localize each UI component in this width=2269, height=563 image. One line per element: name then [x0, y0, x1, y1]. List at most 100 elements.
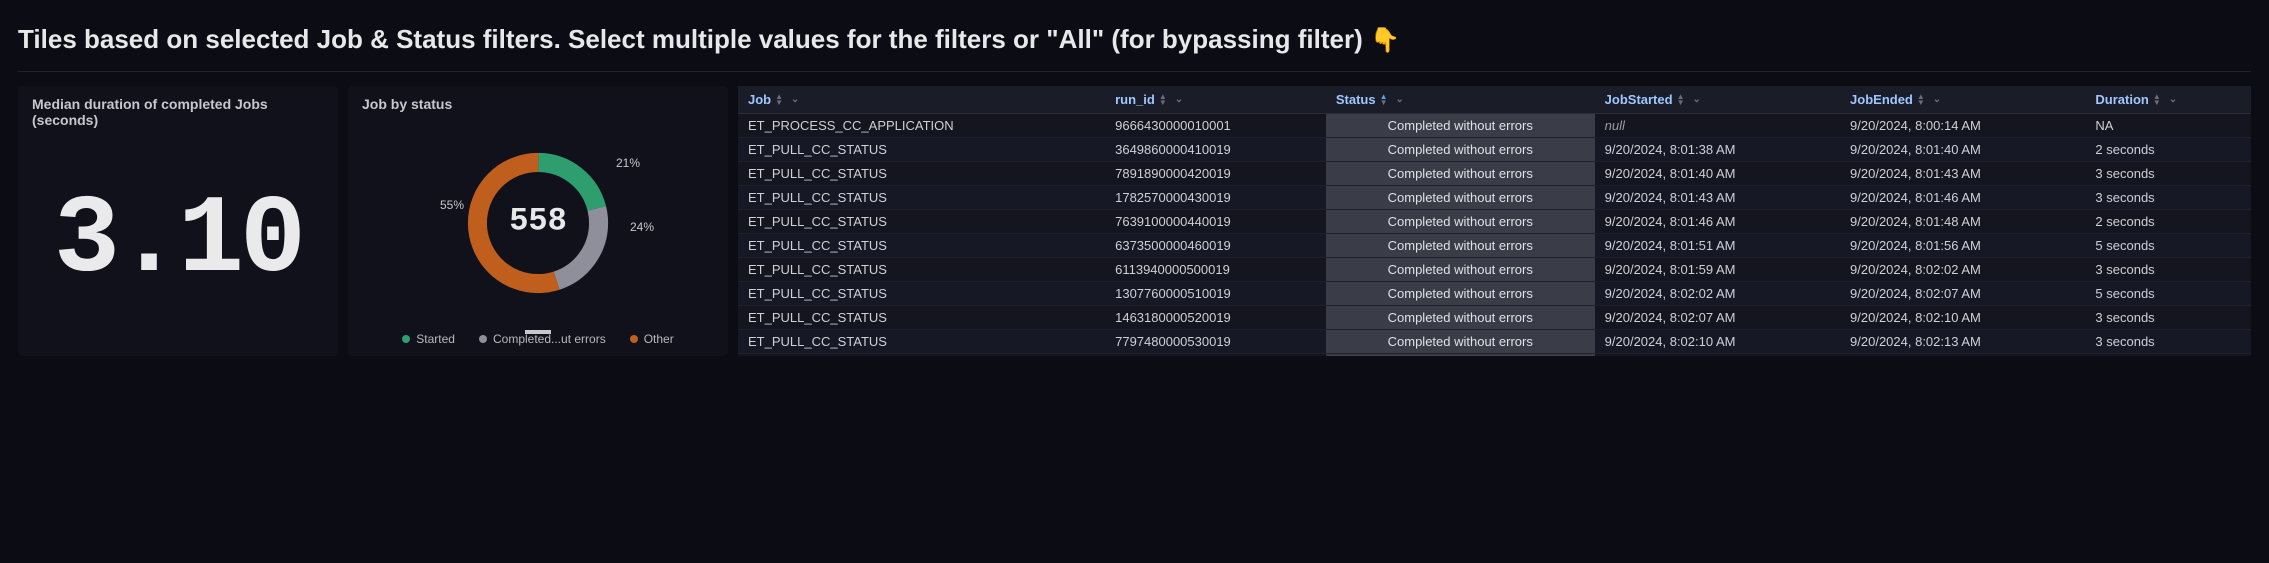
filter-icon[interactable]: ⌄ — [2169, 94, 2177, 105]
cell-run_id: 7639100000440019 — [1105, 210, 1326, 234]
cell-status: Completed without errors — [1326, 330, 1595, 354]
table-row[interactable]: ET_PULL_CC_STATUS1463180000520019Complet… — [738, 306, 2251, 330]
table-row[interactable]: ET_PULL_CC_STATUS7797480000530019Complet… — [738, 330, 2251, 354]
table-row[interactable]: ET_PULL_CC_STATUS3649860000410019Complet… — [738, 138, 2251, 162]
cell-started: 9/20/2024, 8:01:43 AM — [1595, 186, 1840, 210]
swatch-icon — [402, 335, 410, 343]
cell-status: Completed without errors — [1326, 186, 1595, 210]
cell-job: ET_PULL_CC_STATUS — [738, 186, 1105, 210]
filter-icon[interactable]: ⌄ — [1175, 94, 1183, 105]
filter-icon[interactable]: ⌄ — [791, 94, 799, 105]
cell-ended: 9/20/2024, 8:01:56 AM — [1840, 234, 2085, 258]
cell-run_id: 1463180000520019 — [1105, 306, 1326, 330]
cell-run_id: 9666430000010001 — [1105, 114, 1326, 138]
column-header-ended[interactable]: JobEnded ▲▼ ⌄ — [1840, 86, 2085, 114]
donut-legend: Started Completed...ut errors Other — [362, 326, 714, 346]
table-row[interactable]: ET_PULL_CC_STATUS1307760000510019Complet… — [738, 282, 2251, 306]
table-row[interactable]: ET_PULL_CC_STATUS6373500000460019Complet… — [738, 234, 2251, 258]
cell-started: 9/20/2024, 8:01:40 AM — [1595, 162, 1840, 186]
donut-total: 558 — [509, 203, 567, 240]
swatch-icon — [630, 335, 638, 343]
legend-item-completed[interactable]: Completed...ut errors — [479, 332, 606, 346]
cell-started: 9/20/2024, 8:01:38 AM — [1595, 138, 1840, 162]
column-label: Duration — [2095, 92, 2148, 107]
cell-status: Completed without errors — [1326, 282, 1595, 306]
table-row[interactable]: ET_PULL_CC_STATUS1782570000430019Complet… — [738, 186, 2251, 210]
median-duration-panel: Median duration of completed Jobs (secon… — [18, 86, 338, 356]
cell-duration: 3 seconds — [2085, 330, 2251, 354]
cell-ended: 9/20/2024, 8:01:40 AM — [1840, 138, 2085, 162]
cell-duration: NA — [2085, 114, 2251, 138]
table-scroll[interactable]: Job▲▼⌄run_id▲▼⌄Status▲▼⌄JobStarted▲▼⌄Job… — [738, 86, 2251, 356]
legend-label: Started — [416, 332, 455, 346]
sort-icon[interactable]: ▲▼ — [2153, 94, 2161, 106]
sort-icon[interactable]: ▲▼ — [1380, 94, 1388, 106]
cell-duration: 5 seconds — [2085, 282, 2251, 306]
table-header-row: Job▲▼⌄run_id▲▼⌄Status▲▼⌄JobStarted▲▼⌄Job… — [738, 86, 2251, 114]
table-row[interactable]: ET_PULL_CC_STATUS2395510000540019Complet… — [738, 354, 2251, 357]
cell-job: ET_PULL_CC_STATUS — [738, 138, 1105, 162]
cell-ended: 9/20/2024, 8:02:07 AM — [1840, 282, 2085, 306]
sort-icon[interactable]: ▲▼ — [775, 94, 783, 106]
cell-status: Completed without errors — [1326, 258, 1595, 282]
table-row[interactable]: ET_PULL_CC_STATUS6113940000500019Complet… — [738, 258, 2251, 282]
cell-started: 9/20/2024, 8:01:46 AM — [1595, 210, 1840, 234]
cell-ended: 9/20/2024, 8:01:48 AM — [1840, 210, 2085, 234]
column-header-duration[interactable]: Duration ▲▼ ⌄ — [2085, 86, 2251, 114]
cell-ended: 9/20/2024, 8:02:13 AM — [1840, 330, 2085, 354]
cell-started: 9/20/2024, 8:02:02 AM — [1595, 282, 1840, 306]
filter-icon[interactable]: ⌄ — [1692, 94, 1700, 105]
legend-item-started[interactable]: Started — [402, 332, 455, 346]
median-panel-title: Median duration of completed Jobs (secon… — [32, 96, 324, 128]
column-label: Status — [1336, 92, 1376, 107]
job-by-status-panel: Job by status 558 21% 24% 55% Started Co… — [348, 86, 728, 356]
filter-icon[interactable]: ⌄ — [1396, 94, 1404, 105]
page-title: Tiles based on selected Job & Status fil… — [18, 12, 2251, 72]
cell-job: ET_PULL_CC_STATUS — [738, 258, 1105, 282]
table-row[interactable]: ET_PULL_CC_STATUS7639100000440019Complet… — [738, 210, 2251, 234]
column-label: Job — [748, 92, 771, 107]
cell-started: null — [1595, 114, 1840, 138]
table-row[interactable]: ET_PROCESS_CC_APPLICATION966643000001000… — [738, 114, 2251, 138]
sort-icon[interactable]: ▲▼ — [1159, 94, 1167, 106]
cell-ended: 9/20/2024, 8:01:46 AM — [1840, 186, 2085, 210]
cell-started: 9/20/2024, 8:02:13 AM — [1595, 354, 1840, 357]
cell-duration: 3 seconds — [2085, 306, 2251, 330]
cell-job: ET_PULL_CC_STATUS — [738, 306, 1105, 330]
legend-item-other[interactable]: Other — [630, 332, 674, 346]
column-label: JobEnded — [1850, 92, 1913, 107]
cell-run_id: 6113940000500019 — [1105, 258, 1326, 282]
filter-icon[interactable]: ⌄ — [1933, 94, 1941, 105]
median-value: 3.10 — [32, 136, 324, 346]
donut-underline — [525, 330, 551, 334]
table-row[interactable]: ET_PULL_CC_STATUS7891890000420019Complet… — [738, 162, 2251, 186]
cell-job: ET_PULL_CC_STATUS — [738, 210, 1105, 234]
donut-panel-title: Job by status — [362, 96, 714, 112]
cell-ended: 9/20/2024, 8:00:14 AM — [1840, 114, 2085, 138]
column-header-status[interactable]: Status ▲▼ ⌄ — [1326, 86, 1595, 114]
donut-pct-completed: 24% — [630, 220, 654, 234]
column-label: JobStarted — [1605, 92, 1673, 107]
cell-job: ET_PULL_CC_STATUS — [738, 162, 1105, 186]
cell-status: Completed without errors — [1326, 114, 1595, 138]
cell-run_id: 2395510000540019 — [1105, 354, 1326, 357]
cell-started: 9/20/2024, 8:01:51 AM — [1595, 234, 1840, 258]
cell-duration: 3 seconds — [2085, 258, 2251, 282]
table-body: ET_PROCESS_CC_APPLICATION966643000001000… — [738, 114, 2251, 357]
sort-icon[interactable]: ▲▼ — [1677, 94, 1685, 106]
column-header-job[interactable]: Job ▲▼ ⌄ — [738, 86, 1105, 114]
cell-status: Completed without errors — [1326, 210, 1595, 234]
cell-ended: 9/20/2024, 8:01:43 AM — [1840, 162, 2085, 186]
cell-started: 9/20/2024, 8:02:07 AM — [1595, 306, 1840, 330]
cell-run_id: 6373500000460019 — [1105, 234, 1326, 258]
cell-job: ET_PULL_CC_STATUS — [738, 282, 1105, 306]
jobs-table-panel: Job▲▼⌄run_id▲▼⌄Status▲▼⌄JobStarted▲▼⌄Job… — [738, 86, 2251, 356]
sort-icon[interactable]: ▲▼ — [1917, 94, 1925, 106]
donut-chart: 558 21% 24% 55% — [362, 120, 714, 326]
column-header-started[interactable]: JobStarted ▲▼ ⌄ — [1595, 86, 1840, 114]
cell-run_id: 7891890000420019 — [1105, 162, 1326, 186]
cell-ended: 9/20/2024, 8:02:15 AM — [1840, 354, 2085, 357]
cell-duration: 2 seconds — [2085, 210, 2251, 234]
panels-row: Median duration of completed Jobs (secon… — [18, 86, 2251, 356]
column-header-run_id[interactable]: run_id▲▼⌄ — [1105, 86, 1326, 114]
